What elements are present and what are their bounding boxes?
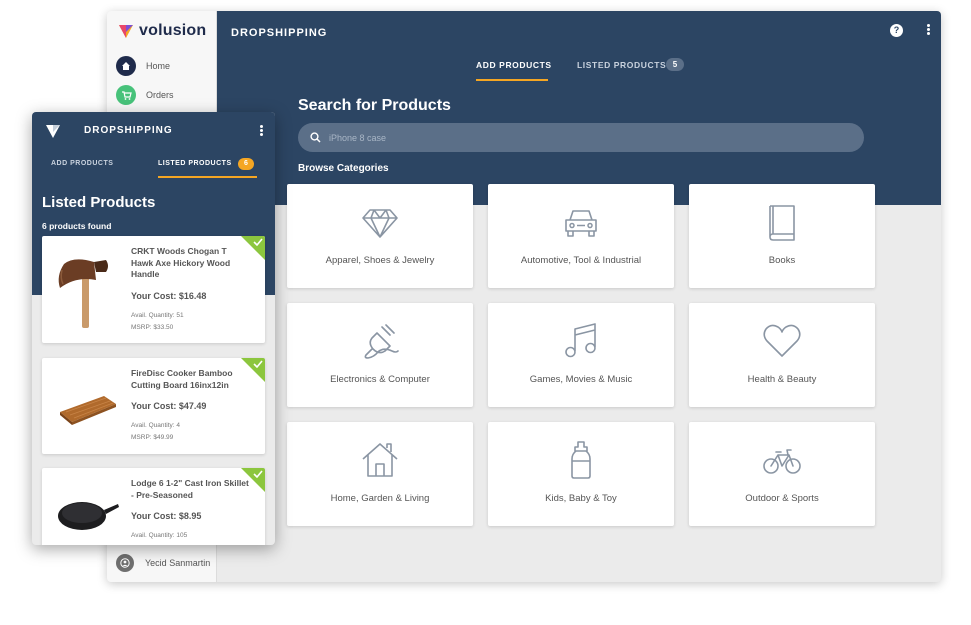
volusion-logo-icon[interactable] xyxy=(45,123,61,139)
category-card-home[interactable]: Home, Garden & Living xyxy=(287,422,473,526)
category-label: Home, Garden & Living xyxy=(330,493,430,504)
mobile-tab-listed-products[interactable]: LISTED PRODUCTS xyxy=(158,160,232,167)
product-card[interactable]: CRKT Woods Chogan T Hawk Axe Hickory Woo… xyxy=(42,236,265,343)
more-options-icon[interactable] xyxy=(258,124,264,138)
tab-add-products[interactable]: ADD PRODUCTS xyxy=(476,60,552,70)
search-icon xyxy=(310,132,321,143)
sidebar-item-label: Home xyxy=(146,61,171,71)
category-label: Games, Movies & Music xyxy=(529,374,633,385)
category-label: Automotive, Tool & Industrial xyxy=(520,255,642,266)
header-banner: DROPSHIPPING ? ADD PRODUCTS LISTED PRODU… xyxy=(217,11,941,205)
category-card-apparel[interactable]: Apparel, Shoes & Jewelry xyxy=(287,184,473,288)
listed-count-badge: 5 xyxy=(666,58,684,71)
baby-bottle-icon xyxy=(571,441,591,479)
volusion-logo-icon xyxy=(119,25,133,38)
sidebar-item-label: Orders xyxy=(146,90,174,100)
heart-icon xyxy=(763,324,801,357)
category-card-outdoor[interactable]: Outdoor & Sports xyxy=(689,422,875,526)
category-label: Outdoor & Sports xyxy=(745,493,819,504)
mobile-view: DROPSHIPPING ADD PRODUCTS LISTED PRODUCT… xyxy=(32,112,275,545)
check-icon xyxy=(253,238,263,246)
help-icon[interactable]: ? xyxy=(890,24,903,37)
car-icon xyxy=(565,210,597,237)
product-card[interactable]: FireDisc Cooker Bamboo Cutting Board 16i… xyxy=(42,358,265,454)
sidebar-item-orders[interactable]: Orders xyxy=(116,85,174,105)
active-tab-indicator xyxy=(158,176,257,178)
product-cost: Your Cost: $8.95 xyxy=(131,511,202,521)
mobile-page-title: DROPSHIPPING xyxy=(84,125,173,136)
product-cost: Your Cost: $47.49 xyxy=(131,401,207,411)
logo-text: volusion xyxy=(139,22,207,39)
active-tab-indicator xyxy=(476,79,548,81)
tab-listed-products[interactable]: LISTED PRODUCTS xyxy=(577,60,666,70)
browse-categories-label: Browse Categories xyxy=(298,163,389,174)
house-icon xyxy=(362,443,398,477)
category-label: Health & Beauty xyxy=(747,374,817,385)
listed-products-heading: Listed Products xyxy=(42,194,156,211)
product-quantity: Avail. Quantity: 51 xyxy=(131,312,184,319)
sidebar-item-home[interactable]: Home xyxy=(116,56,170,76)
axe-icon xyxy=(58,259,108,328)
category-label: Electronics & Computer xyxy=(330,374,430,385)
products-found-count: 6 products found xyxy=(42,221,112,231)
listed-count-badge: 6 xyxy=(238,158,254,170)
check-icon xyxy=(253,470,263,478)
category-card-electronics[interactable]: Electronics & Computer xyxy=(287,303,473,407)
category-card-games[interactable]: Games, Movies & Music xyxy=(488,303,674,407)
cart-icon xyxy=(116,85,136,105)
book-icon xyxy=(769,205,795,241)
product-quantity: Avail. Quantity: 4 xyxy=(131,422,181,429)
search-heading: Search for Products xyxy=(298,97,451,114)
product-name: Lodge 6 1-2" Cast Iron Skillet - Pre-Sea… xyxy=(131,478,249,500)
skillet-icon xyxy=(58,502,119,530)
user-account[interactable]: Yecid Sanmartin xyxy=(116,554,210,572)
product-name: CRKT Woods Chogan T Hawk Axe Hickory Woo… xyxy=(131,246,231,279)
music-note-icon xyxy=(565,323,596,358)
plug-icon xyxy=(364,324,399,359)
search-input[interactable] xyxy=(329,132,829,143)
search-bar[interactable] xyxy=(298,123,864,152)
product-msrp: MSRP: $49.99 xyxy=(131,434,174,441)
more-options-icon[interactable] xyxy=(924,23,932,39)
product-name: FireDisc Cooker Bamboo Cutting Board 16i… xyxy=(131,368,233,390)
product-card[interactable]: Lodge 6 1-2" Cast Iron Skillet - Pre-Sea… xyxy=(42,468,265,545)
bicycle-icon xyxy=(763,449,801,474)
mobile-tab-add-products[interactable]: ADD PRODUCTS xyxy=(51,160,113,167)
category-label: Apparel, Shoes & Jewelry xyxy=(325,255,435,266)
check-icon xyxy=(253,360,263,368)
product-cost: Your Cost: $16.48 xyxy=(131,291,207,301)
logo[interactable]: volusion xyxy=(118,22,206,40)
category-card-kids[interactable]: Kids, Baby & Toy xyxy=(488,422,674,526)
category-card-automotive[interactable]: Automotive, Tool & Industrial xyxy=(488,184,674,288)
diamond-icon xyxy=(362,209,398,238)
category-card-books[interactable]: Books xyxy=(689,184,875,288)
user-name: Yecid Sanmartin xyxy=(145,558,211,568)
product-msrp: MSRP: $33.50 xyxy=(131,324,174,331)
cutting-board-icon xyxy=(60,396,116,425)
category-card-health[interactable]: Health & Beauty xyxy=(689,303,875,407)
category-label: Books xyxy=(768,255,796,266)
product-quantity: Avail. Quantity: 105 xyxy=(131,532,188,539)
user-avatar-icon xyxy=(116,554,134,572)
category-label: Kids, Baby & Toy xyxy=(545,493,617,504)
home-icon xyxy=(116,56,136,76)
page-title: DROPSHIPPING xyxy=(231,27,328,39)
